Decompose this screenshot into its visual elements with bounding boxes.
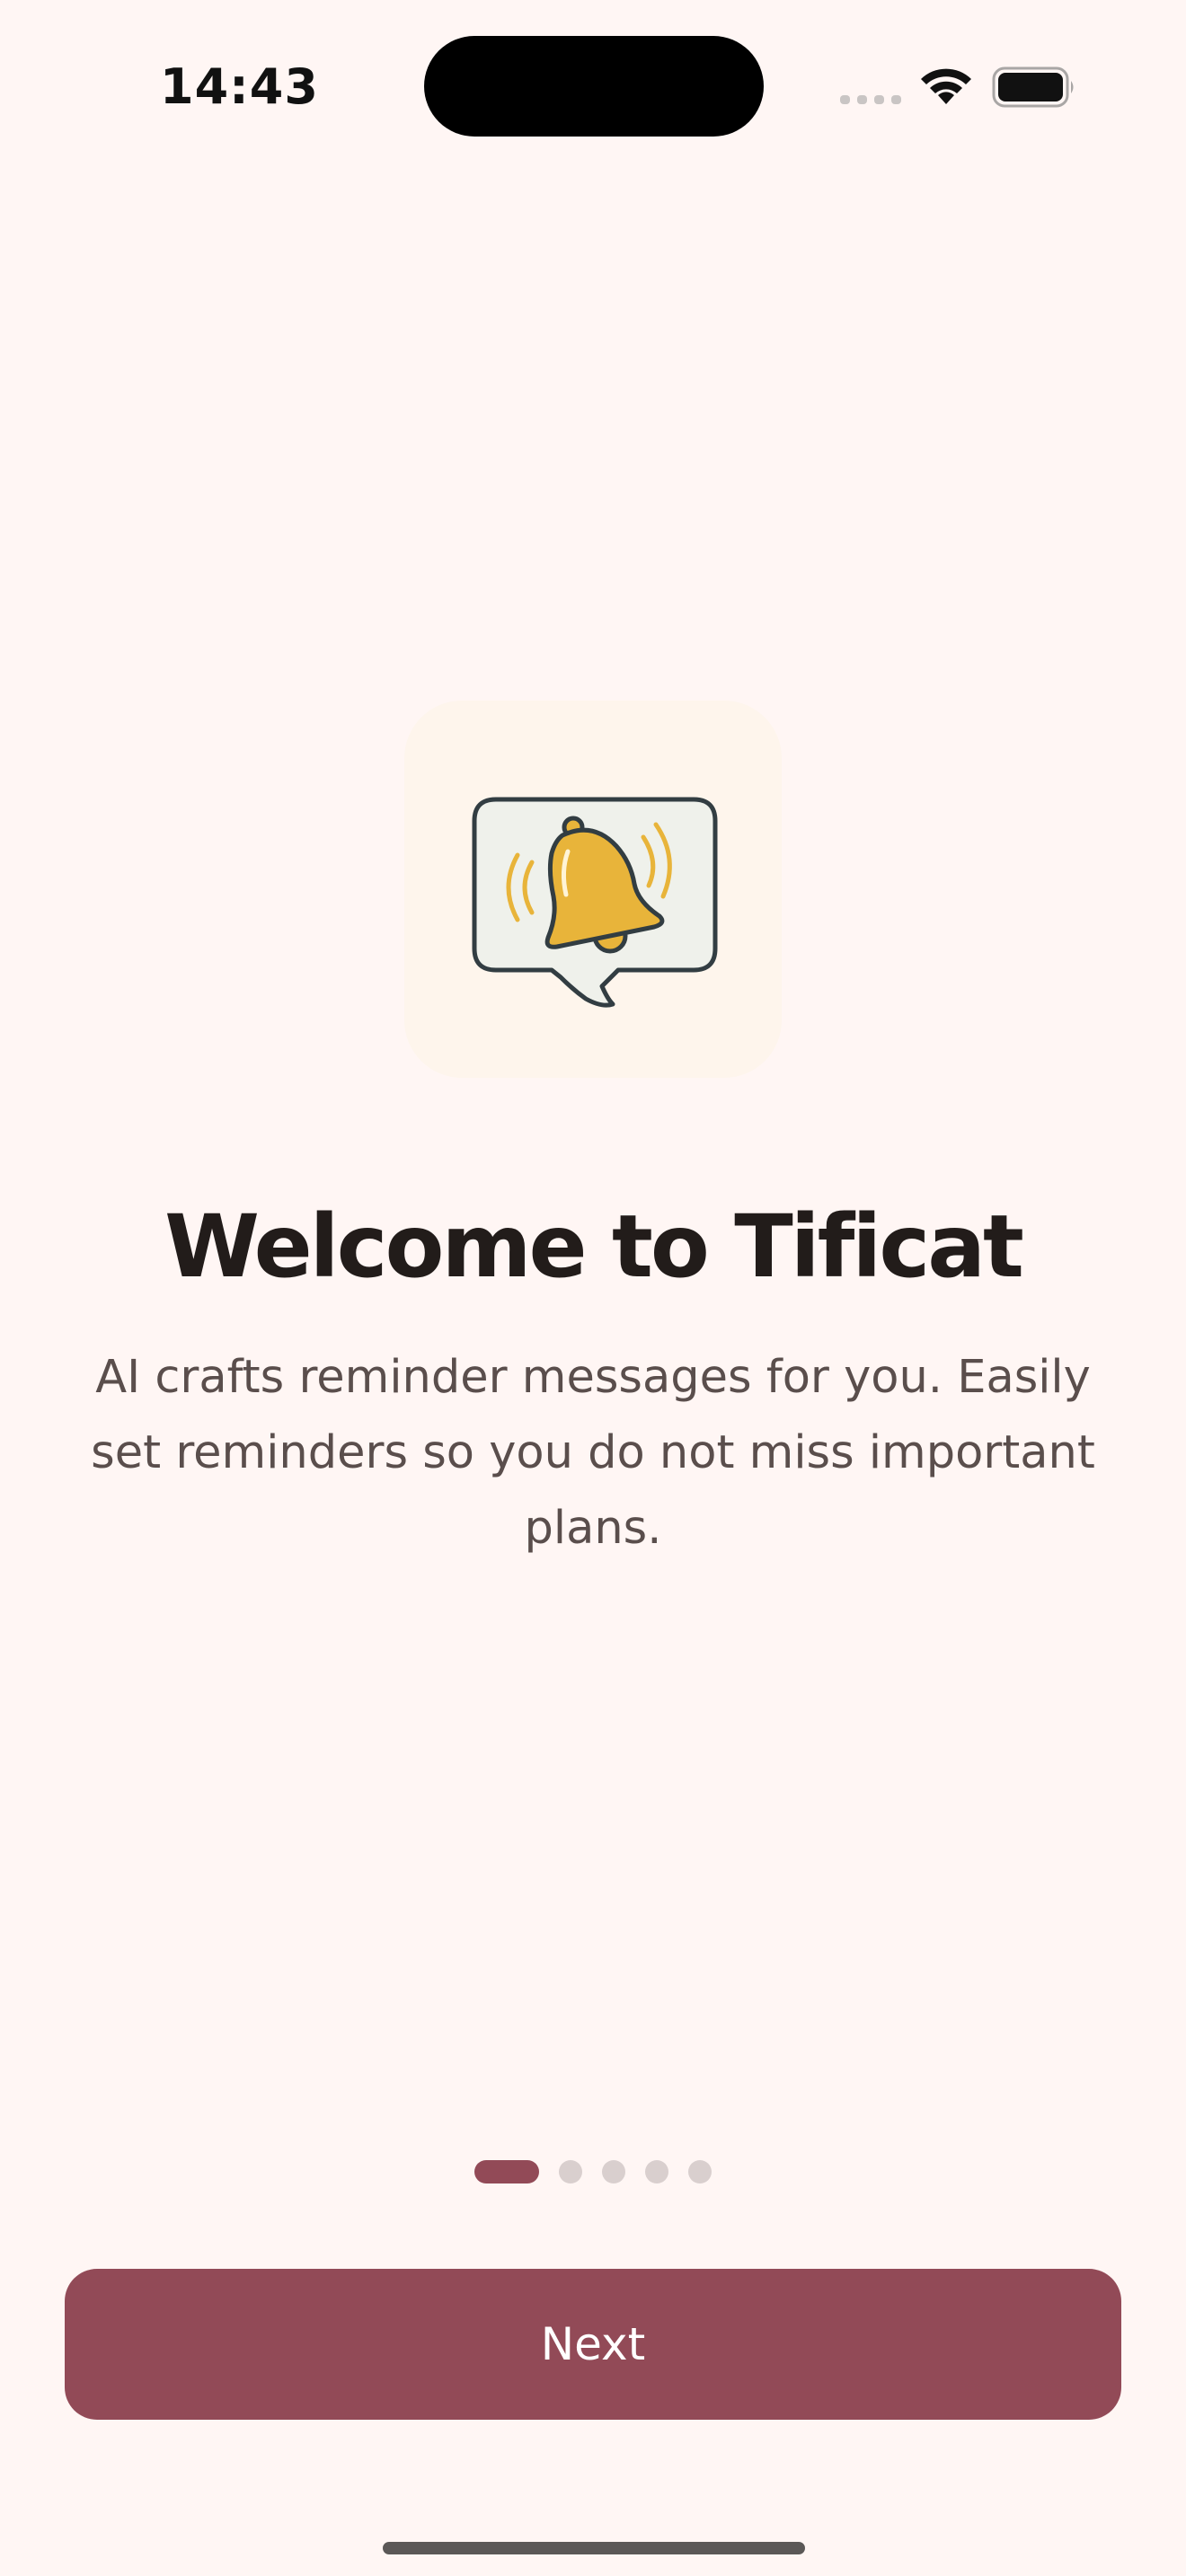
next-button[interactable]: Next [65, 2269, 1121, 2420]
onboarding-description: AI crafts reminder messages for you. Eas… [91, 1351, 1095, 1555]
signal-icon [840, 95, 901, 104]
home-indicator[interactable] [383, 2542, 805, 2554]
page-dot [688, 2160, 712, 2183]
wifi-icon [921, 68, 971, 104]
page-dot [559, 2160, 582, 2183]
next-button-label: Next [540, 2318, 646, 2370]
status-bar: 14:43 [0, 0, 1186, 171]
dynamic-island [424, 36, 764, 137]
page-title: Welcome to Tificat [164, 1196, 1024, 1297]
battery-icon [992, 66, 1074, 108]
status-time: 14:43 [160, 58, 319, 115]
page-dot-active [474, 2160, 539, 2183]
page-dot [602, 2160, 625, 2183]
page-indicator [0, 2159, 1186, 2184]
page-dot [645, 2160, 668, 2183]
bell-in-speech-bubble-icon [472, 797, 718, 1008]
